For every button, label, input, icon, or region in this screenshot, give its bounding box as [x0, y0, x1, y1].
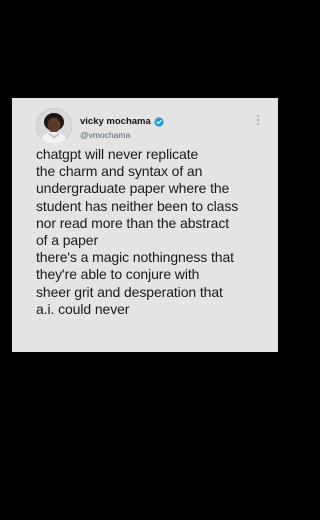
- tweet-text-line: of a paper: [36, 232, 99, 249]
- tweet-text-line: they're able to conjure with: [36, 266, 200, 283]
- tweet-text-line: undergraduate paper where the: [36, 180, 230, 197]
- tweet-text-line: sheer grit and desperation that: [36, 283, 223, 300]
- tweet-card[interactable]: vicky mochama @vmochama chatgpt will nev…: [12, 98, 278, 352]
- tweet-text-line: student has neither been to class: [36, 197, 239, 214]
- author-name-row: vicky mochama: [80, 115, 164, 128]
- screen: vicky mochama @vmochama chatgpt will nev…: [0, 0, 292, 520]
- more-vertical-icon[interactable]: [256, 114, 260, 126]
- profile-photo-icon: [36, 108, 72, 144]
- tweet-text: chatgpt will never replicate the charm a…: [36, 146, 276, 318]
- tweet-text-line: chatgpt will never replicate: [36, 146, 199, 162]
- display-name[interactable]: vicky mochama: [80, 116, 151, 127]
- tweet-text-line: the charm and syntax of an: [36, 163, 203, 180]
- author-handle[interactable]: @vmochama: [80, 130, 130, 140]
- verified-badge-icon: [154, 116, 164, 127]
- tweet-text-line: a.i. could never: [36, 300, 130, 317]
- tweet-header: vicky mochama @vmochama: [36, 108, 266, 144]
- avatar[interactable]: [36, 108, 72, 144]
- tweet-text-line: there's a magic nothingness that: [36, 249, 234, 266]
- tweet-text-line: nor read more than the abstract: [36, 214, 230, 231]
